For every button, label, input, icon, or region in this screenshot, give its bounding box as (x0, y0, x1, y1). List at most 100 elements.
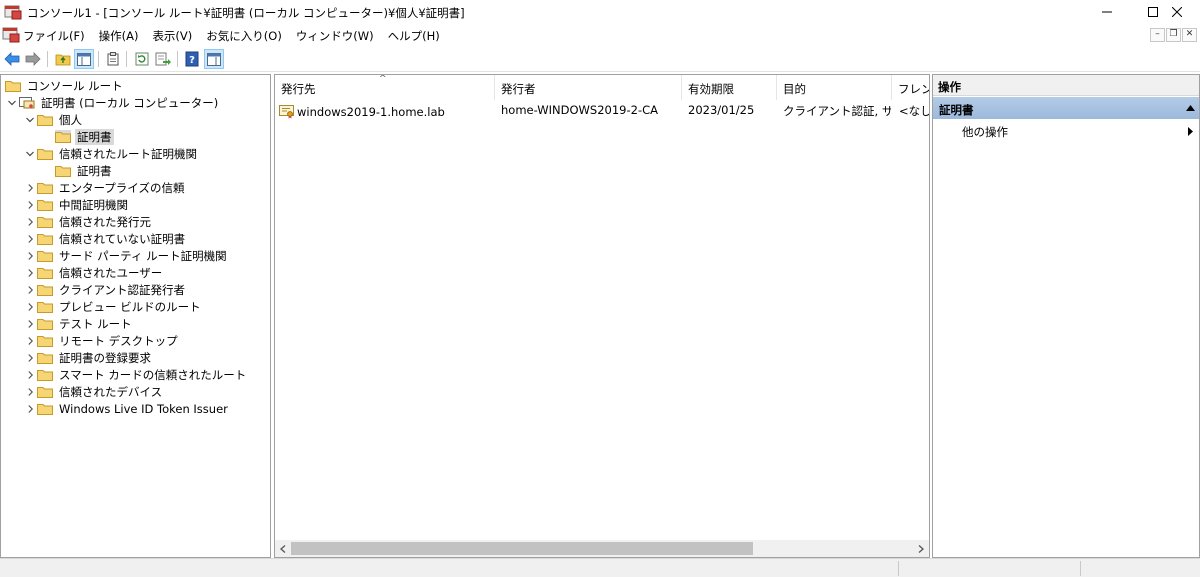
chevron-right-icon[interactable] (23, 230, 37, 247)
tree-node-store[interactable]: サード パーティ ルート証明機関 (23, 247, 229, 264)
horizontal-scrollbar[interactable] (275, 540, 929, 557)
chevron-down-icon[interactable] (5, 94, 19, 111)
chevron-right-icon[interactable] (23, 332, 37, 349)
refresh-button[interactable] (132, 49, 152, 69)
menu-file[interactable]: ファイル(F) (23, 28, 85, 44)
mdi-close-button[interactable]: ✕ (1182, 28, 1197, 42)
mdi-restore-button[interactable]: ❐ (1166, 28, 1181, 42)
console-document-icon[interactable] (2, 26, 20, 43)
up-one-level-button[interactable] (53, 49, 73, 69)
menu-view[interactable]: 表示(V) (152, 28, 192, 44)
tree-label: 証明書の登録要求 (59, 350, 151, 365)
tree-node-store[interactable]: 信頼されていない証明書 (23, 230, 187, 247)
tree-node-store[interactable]: エンタープライズの信頼 (23, 179, 186, 196)
chevron-right-icon[interactable] (23, 213, 37, 230)
refresh-icon (135, 52, 149, 66)
chevron-right-icon[interactable] (23, 179, 37, 196)
scrollbar-thumb[interactable] (291, 542, 753, 555)
tree-node-store[interactable]: 信頼された発行元 (23, 213, 153, 230)
show-hide-action-pane-button[interactable] (204, 49, 224, 69)
action-pane-title: 操作 (933, 75, 1199, 96)
action-section-certificates[interactable]: 証明書 (933, 97, 1199, 119)
tree-node-store[interactable]: 信頼されたデバイス (23, 383, 164, 400)
tree-node-store[interactable]: 信頼されたユーザー (23, 264, 164, 281)
tree-node-store[interactable]: 中間証明機関 (23, 196, 130, 213)
column-header-friendly-name[interactable]: フレンドリ名 (892, 75, 929, 100)
collapse-up-icon[interactable] (1186, 105, 1195, 111)
minimize-button[interactable] (1084, 0, 1130, 24)
console-tree-pane: コンソール ルート 証明書 (ローカル コンピューター) 個人 証明書 信頼され… (0, 74, 271, 558)
cell-issued-to[interactable]: windows2019-1.home.lab (279, 102, 493, 120)
tree-node-store[interactable]: スマート カードの信頼されたルート (23, 366, 248, 383)
toolbar-separator (126, 51, 127, 67)
column-header-issued-to[interactable]: 発行先 ^ (275, 75, 495, 100)
cell-issued-by: home-WINDOWS2019-2-CA (501, 103, 659, 117)
cell-purposes: クライアント認証, サー... (783, 104, 891, 118)
chevron-right-icon[interactable] (23, 383, 37, 400)
tree-node-personal-certificates[interactable]: 証明書 (55, 128, 114, 145)
properties-button[interactable] (103, 49, 123, 69)
folder-icon (55, 166, 71, 177)
tree-node-personal[interactable]: 個人 (23, 111, 84, 128)
tree-node-trusted-root-ca[interactable]: 信頼されたルート証明機関 (23, 145, 199, 162)
chevron-right-icon[interactable] (23, 349, 37, 366)
back-button[interactable] (2, 49, 22, 69)
chevron-right-icon[interactable] (23, 366, 37, 383)
folder-icon (37, 115, 53, 126)
tree-label: クライアント認証発行者 (59, 282, 186, 297)
chevron-left-icon (280, 544, 286, 553)
certificate-icon (279, 104, 294, 118)
action-section-label: 証明書 (939, 103, 974, 117)
column-header-issued-by[interactable]: 発行者 (495, 75, 682, 100)
tree-label: 証明書 (77, 163, 112, 178)
submenu-arrow-icon (1188, 127, 1193, 136)
chevron-right-icon[interactable] (23, 400, 37, 417)
tree-node-store[interactable]: クライアント認証発行者 (23, 281, 187, 298)
scroll-left-button[interactable] (275, 540, 291, 557)
tree-label: 信頼されたデバイス (59, 384, 163, 399)
menu-favorites[interactable]: お気に入り(O) (206, 28, 282, 44)
chevron-right-icon[interactable] (23, 281, 37, 298)
tree-node-store[interactable]: リモート デスクトップ (23, 332, 180, 349)
tree-node-certificates-local-computer[interactable]: 証明書 (ローカル コンピューター) (5, 94, 220, 111)
export-list-button[interactable] (153, 49, 173, 69)
chevron-right-icon (918, 544, 924, 553)
scroll-right-button[interactable] (913, 540, 929, 557)
action-item-label: 他の操作 (962, 125, 1008, 139)
toolbar-separator (177, 51, 178, 67)
tree-node-store[interactable]: 証明書の登録要求 (23, 349, 153, 366)
menu-action[interactable]: 操作(A) (99, 28, 139, 44)
tree-label: 信頼されたルート証明機関 (59, 146, 197, 161)
cell-expiration-date: 2023/01/25 (688, 103, 755, 117)
tree-node-trusted-root-certificates[interactable]: 証明書 (55, 162, 114, 179)
chevron-right-icon[interactable] (23, 315, 37, 332)
chevron-down-icon[interactable] (23, 145, 37, 162)
column-header-purposes[interactable]: 目的 (777, 75, 892, 100)
tree-node-console-root[interactable]: コンソール ルート (5, 77, 125, 94)
tree-node-store[interactable]: プレビュー ビルドのルート (23, 298, 203, 315)
forward-button[interactable] (23, 49, 43, 69)
close-button[interactable] (1154, 0, 1200, 24)
tree-label: コンソール ルート (27, 78, 123, 93)
help-button[interactable]: ? (182, 49, 202, 69)
clipboard-icon (107, 52, 119, 66)
action-pane: 操作 証明書 他の操作 (932, 74, 1200, 558)
svg-text:?: ? (189, 55, 195, 66)
chevron-right-icon[interactable] (23, 264, 37, 281)
menu-help[interactable]: ヘルプ(H) (388, 28, 440, 44)
chevron-right-icon[interactable] (23, 247, 37, 264)
tree-label: Windows Live ID Token Issuer (59, 401, 228, 416)
tree-node-store[interactable]: Windows Live ID Token Issuer (23, 400, 230, 417)
tree-label: プレビュー ビルドのルート (59, 299, 201, 314)
column-header-expiration[interactable]: 有効期限 (682, 75, 777, 100)
action-more-actions[interactable]: 他の操作 (933, 122, 1199, 140)
menu-window[interactable]: ウィンドウ(W) (296, 28, 374, 44)
show-hide-tree-button[interactable] (74, 49, 94, 69)
mdi-minimize-button[interactable]: – (1150, 28, 1165, 42)
tree-node-store[interactable]: テスト ルート (23, 315, 134, 332)
chevron-right-icon[interactable] (23, 196, 37, 213)
chevron-down-icon[interactable] (23, 111, 37, 128)
tree-label: 中間証明機関 (59, 197, 128, 212)
folder-icon (37, 302, 53, 313)
chevron-right-icon[interactable] (23, 298, 37, 315)
